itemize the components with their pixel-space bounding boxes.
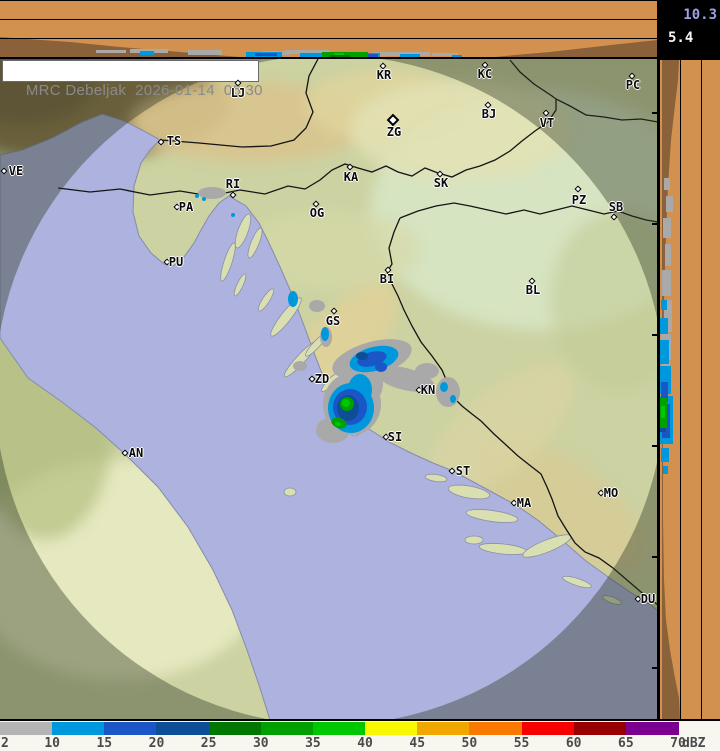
scalebar-tick-label: 25: [200, 736, 217, 751]
scalebar-segment: [417, 722, 470, 735]
radar-graphics: [0, 0, 720, 721]
scalebar-tick-label: 50: [461, 736, 478, 751]
scalebar-segment: [365, 722, 418, 735]
scalebar-segment: [469, 722, 523, 735]
scalebar-tick-label: 45: [409, 736, 426, 751]
scalebar-tick-label: 35: [305, 736, 321, 751]
scalebar-tick-label: 10: [44, 736, 60, 751]
scalebar-tick-label: 40: [357, 736, 373, 751]
scalebar-tick-label: 65: [618, 736, 634, 751]
right-cross-section: [660, 60, 720, 720]
scalebar-tick-label: 2: [1, 736, 9, 751]
echo-top-height-value: 10.3: [683, 7, 717, 23]
scalebar-tick-label: 55: [513, 736, 530, 751]
scalebar-segment: [52, 722, 105, 735]
scalebar-segment: [0, 722, 53, 735]
radar-title-box: MRC Debeljak 2026-01-14 06:30: [2, 60, 263, 99]
echo-height-panel: 10.3 5.4: [657, 0, 720, 60]
scalebar-tick-label: 70: [670, 736, 686, 751]
secondary-height-value: 5.4: [668, 30, 694, 46]
radar-screenshot: MRC Debeljak 2026-01-14 06:30 10.3 5.4 V…: [0, 0, 720, 751]
scalebar-tick-label: 30: [252, 736, 269, 751]
dbz-scalebar: dBZ 2 10 15 20 25 30 35 40 45 50 55 60 65 70: [0, 721, 720, 751]
scalebar-tick-label: 60: [565, 736, 582, 751]
scalebar-segment: [260, 722, 314, 735]
map-ppi: [0, 59, 658, 720]
scalebar-segment: [312, 722, 366, 735]
scalebar-segment: [521, 722, 575, 735]
scalebar-segment: [208, 722, 262, 735]
scalebar-tick-label: 20: [148, 736, 165, 751]
scalebar-segment: [573, 722, 627, 735]
scalebar-tick-label: 15: [96, 736, 113, 751]
top-cross-section: [0, 0, 658, 57]
radar-title-text: MRC Debeljak 2026-01-14 06:30: [25, 82, 263, 99]
scalebar-segment: [156, 722, 210, 735]
scalebar-segment: [104, 722, 158, 735]
scalebar-segment: [625, 722, 679, 735]
